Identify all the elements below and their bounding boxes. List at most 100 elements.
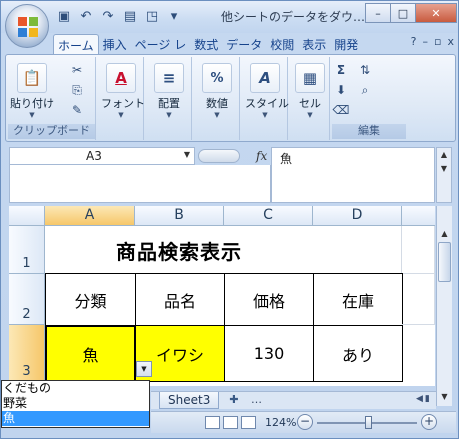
window-title: 他シートのデータをダウ… (221, 10, 366, 24)
number-button[interactable]: % 数値 ▼ (197, 59, 237, 119)
dropdown-option-fruit[interactable]: くだもの (2, 381, 149, 396)
cell-category-value[interactable]: 魚 (45, 325, 136, 382)
cell-price-value[interactable]: 130 (224, 325, 314, 382)
validation-dropdown-list: くだもの 野菜 魚 (1, 380, 150, 428)
chevron-up-icon[interactable]: ▲ (437, 226, 452, 241)
ribbon-tabs: ホーム 挿入 ページ レ 数式 データ 校閲 表示 開発 (53, 34, 362, 54)
tab-insert[interactable]: 挿入 (99, 34, 131, 54)
vertical-scrollbar[interactable]: ▲ ▼ (436, 206, 452, 406)
editing-group: Σ ⇅ ⬇ ⌕ ⌫ 編集 (332, 57, 454, 140)
styles-button[interactable]: A スタイル ▼ (245, 59, 289, 119)
font-icon: A (106, 63, 136, 93)
office-logo-icon (18, 17, 38, 37)
page-layout-view-icon[interactable] (223, 416, 238, 429)
tab-view[interactable]: 表示 (298, 34, 330, 54)
restore-button[interactable]: □ (390, 3, 416, 23)
save-icon[interactable]: ▣ (55, 7, 73, 25)
column-header-c[interactable]: C (224, 206, 313, 226)
status-bar: 124% − + (151, 411, 456, 433)
zoom-level[interactable]: 124% (265, 416, 296, 429)
chevron-down-icon[interactable]: ▼ (184, 150, 190, 159)
form-icon[interactable]: ▤ (121, 7, 139, 25)
alignment-group: ≡ 配置 ▼ (146, 57, 192, 140)
number-label: 数値 (206, 97, 228, 110)
page-break-view-icon[interactable] (241, 416, 256, 429)
formula-bar-scroll[interactable]: ▲ ▼ (436, 147, 452, 203)
doc-minimize-button[interactable]: – (423, 35, 429, 48)
font-button[interactable]: A フォント ▼ (101, 59, 145, 119)
sort-filter-icon[interactable]: ⇅ (356, 63, 374, 79)
dropdown-option-fish[interactable]: 魚 (2, 411, 149, 426)
horizontal-scroll-controls: ◀ ▮ (416, 394, 430, 404)
chevron-left-icon[interactable]: ◀ (416, 394, 423, 404)
autosum-icon[interactable]: Σ (332, 63, 350, 79)
formula-input[interactable]: 魚 (271, 147, 435, 203)
chevron-down-icon[interactable]: ▼ (437, 389, 452, 404)
row-header-1[interactable]: 1 (9, 226, 45, 274)
tab-data[interactable]: データ (222, 34, 266, 54)
validation-dropdown-button[interactable]: ▼ (136, 361, 152, 377)
dropdown-option-vegetable[interactable]: 野菜 (2, 396, 149, 411)
horizontal-scroll-thumb[interactable]: ▮ (425, 394, 430, 404)
vertical-scroll-thumb[interactable] (438, 242, 451, 282)
minimize-button[interactable]: – (365, 3, 391, 23)
help-icon[interactable]: ? (411, 35, 417, 48)
clear-icon[interactable]: ⌫ (332, 103, 350, 119)
ribbon: 📋 貼り付け ▼ ✂ ⎘ ✎ クリップボード A フォント ▼ ≡ 配置 ▼ %… (5, 54, 456, 142)
redo-icon[interactable]: ↷ (99, 7, 117, 25)
formula-bar-handle[interactable] (198, 149, 240, 163)
cell-stock-value[interactable]: あり (313, 325, 403, 382)
print-preview-icon[interactable]: ◳ (143, 7, 161, 25)
cell-d1[interactable] (313, 226, 402, 274)
alignment-icon: ≡ (154, 63, 184, 93)
header-cell-price[interactable]: 価格 (224, 273, 314, 326)
column-header-b[interactable]: B (135, 206, 224, 226)
copy-icon[interactable]: ⎘ (68, 83, 86, 99)
fill-icon[interactable]: ⬇ (332, 83, 350, 99)
column-header-a[interactable]: A (45, 206, 135, 226)
row-header-2[interactable]: 2 (9, 274, 45, 325)
tab-home[interactable]: ホーム (53, 34, 99, 54)
cell-e2[interactable] (402, 274, 435, 325)
doc-close-button[interactable]: x (447, 35, 454, 48)
paste-button[interactable]: 📋 貼り付け ▼ (10, 59, 54, 119)
zoom-slider-thumb[interactable] (365, 416, 372, 429)
tab-developer[interactable]: 開発 (330, 34, 362, 54)
insert-sheet-icon[interactable]: ✚ (225, 393, 243, 408)
styles-group: A スタイル ▼ (242, 57, 289, 140)
cut-icon[interactable]: ✂ (68, 63, 86, 79)
office-button[interactable] (5, 4, 49, 48)
tab-page-layout[interactable]: ページ レ (131, 34, 191, 54)
undo-icon[interactable]: ↶ (77, 7, 95, 25)
header-cell-item[interactable]: 品名 (135, 273, 225, 326)
cell-e1[interactable] (402, 226, 435, 274)
cells-button[interactable]: ▦ セル ▼ (290, 59, 330, 119)
tab-formulas[interactable]: 数式 (190, 34, 222, 54)
chevron-down-icon[interactable]: ▼ (437, 162, 451, 176)
doc-restore-button[interactable]: ▫ (434, 35, 441, 48)
sheet-tabs-overflow[interactable]: … (251, 393, 262, 406)
find-select-icon[interactable]: ⌕ (356, 83, 374, 99)
worksheet-grid[interactable]: A B C D 1 2 3 商品検索表示 分類 品名 価格 在庫 魚 イワシ 1… (9, 206, 435, 386)
column-header-e[interactable] (402, 206, 435, 226)
name-box[interactable]: A3 ▼ (9, 147, 195, 165)
chevron-up-icon[interactable]: ▲ (437, 148, 451, 162)
normal-view-icon[interactable] (205, 416, 220, 429)
zoom-out-button[interactable]: − (297, 414, 313, 430)
alignment-button[interactable]: ≡ 配置 ▼ (149, 59, 189, 119)
close-button[interactable]: ✕ (415, 3, 457, 23)
header-cell-category[interactable]: 分類 (45, 273, 136, 326)
insert-function-button[interactable]: fx (256, 149, 267, 163)
qat-customize-icon[interactable]: ▾ (165, 7, 183, 25)
format-painter-icon[interactable]: ✎ (68, 103, 86, 119)
tab-review[interactable]: 校閲 (266, 34, 298, 54)
sheet-tab-sheet3[interactable]: Sheet3 (159, 392, 220, 409)
select-all-corner[interactable] (9, 206, 45, 226)
chevron-down-icon: ▼ (29, 111, 35, 119)
sheet-title-cell[interactable]: 商品検索表示 (45, 226, 313, 274)
paste-label: 貼り付け (10, 97, 54, 110)
row-header-3[interactable]: 3 (9, 325, 45, 382)
column-header-d[interactable]: D (313, 206, 402, 226)
zoom-in-button[interactable]: + (421, 414, 437, 430)
header-cell-stock[interactable]: 在庫 (313, 273, 403, 326)
